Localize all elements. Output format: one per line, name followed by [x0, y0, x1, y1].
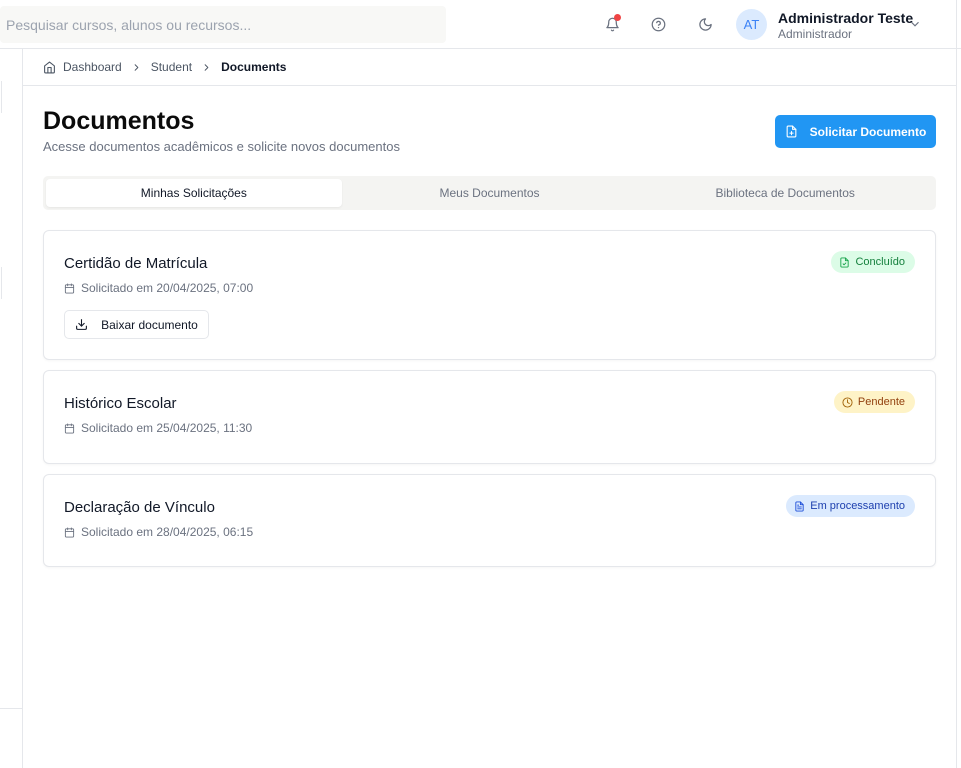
calendar-icon — [64, 422, 75, 434]
help-button[interactable] — [648, 14, 668, 34]
breadcrumb-dashboard[interactable]: Dashboard — [63, 60, 122, 74]
tab-my-requests[interactable]: Minhas Solicitações — [46, 179, 342, 207]
file-text-icon — [795, 500, 804, 512]
request-card: Certidão de Matrícula Solicitado em 20/0… — [43, 230, 936, 360]
sidebar-item-marker[interactable] — [0, 81, 2, 113]
calendar-icon — [64, 282, 75, 294]
calendar-icon — [64, 526, 75, 538]
request-title: Histórico Escolar — [64, 395, 177, 412]
chevron-down-icon — [911, 21, 919, 27]
breadcrumb: Dashboard Student Documents — [23, 49, 956, 86]
user-menu-toggle[interactable] — [908, 17, 922, 31]
request-title: Declaração de Vínculo — [64, 499, 215, 516]
sidebar-divider — [0, 708, 22, 709]
theme-toggle-button[interactable] — [695, 14, 715, 34]
status-badge: Em processamento — [786, 495, 915, 517]
search-bar[interactable] — [0, 6, 446, 43]
help-circle-icon — [651, 17, 665, 31]
request-document-label: Solicitar Documento — [809, 124, 927, 139]
breadcrumb-documents: Documents — [221, 60, 287, 74]
tab-document-library[interactable]: Biblioteca de Documentos — [637, 179, 933, 207]
file-plus-icon — [786, 125, 797, 138]
download-icon — [76, 319, 88, 330]
request-card: Histórico Escolar Solicitado em 25/04/20… — [43, 370, 936, 464]
request-date: Solicitado em 28/04/2025, 06:15 — [64, 525, 253, 539]
download-document-button[interactable]: Baixar documento — [64, 310, 209, 339]
request-title: Certidão de Matrícula — [64, 255, 208, 272]
request-date-text: Solicitado em 20/04/2025, 07:00 — [81, 281, 254, 295]
sidebar — [0, 49, 23, 768]
request-date: Solicitado em 20/04/2025, 07:00 — [64, 281, 253, 295]
breadcrumb-student[interactable]: Student — [151, 60, 192, 74]
chevron-right-icon — [131, 62, 142, 73]
request-date-text: Solicitado em 28/04/2025, 06:15 — [81, 525, 254, 539]
download-document-label: Baixar documento — [101, 317, 198, 332]
clock-icon — [842, 396, 853, 408]
status-text: Pendente — [857, 396, 905, 408]
request-date: Solicitado em 25/04/2025, 11:30 — [64, 421, 252, 435]
tabs: Minhas Solicitações Meus Documentos Bibl… — [43, 176, 936, 210]
page-title: Documentos — [43, 107, 195, 135]
request-date-text: Solicitado em 25/04/2025, 11:30 — [81, 421, 253, 435]
status-text: Em processamento — [810, 500, 905, 512]
notification-dot — [614, 14, 621, 21]
chevron-right-icon — [201, 62, 212, 73]
notifications-button[interactable] — [602, 14, 622, 34]
request-card: Declaração de Vínculo Solicitado em 28/0… — [43, 474, 936, 567]
home-icon — [43, 61, 56, 74]
search-input[interactable] — [6, 16, 446, 33]
status-badge: Pendente — [833, 391, 915, 413]
tab-my-documents[interactable]: Meus Documentos — [342, 179, 638, 207]
window-edge — [956, 0, 957, 768]
status-badge: Concluído — [831, 251, 915, 273]
page-subtitle: Acesse documentos acadêmicos e solicite … — [43, 139, 400, 154]
status-text: Concluído — [855, 256, 905, 268]
file-check-icon — [840, 256, 850, 268]
sidebar-item-marker[interactable] — [0, 267, 2, 299]
top-header: AT Administrador Teste Administrador — [0, 0, 961, 49]
avatar[interactable]: AT — [736, 9, 767, 40]
user-name[interactable]: Administrador Teste — [778, 10, 913, 26]
request-document-button[interactable]: Solicitar Documento — [775, 115, 936, 148]
user-role: Administrador — [778, 27, 853, 41]
moon-icon — [698, 17, 712, 31]
